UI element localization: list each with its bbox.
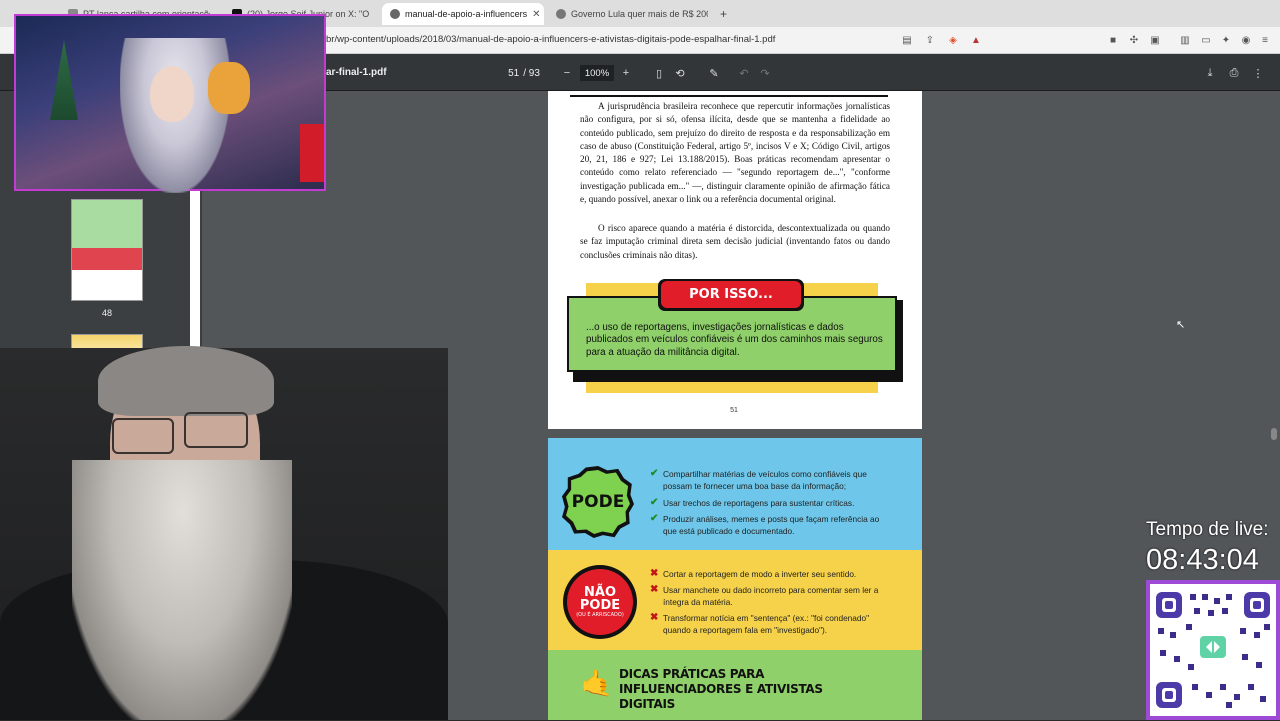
print-icon[interactable]: ⎙ bbox=[1225, 64, 1243, 82]
webcam-red-light bbox=[300, 124, 324, 182]
vpn-icon[interactable]: ◉ bbox=[1239, 33, 1253, 47]
tab-4[interactable]: Governo Lula quer mais de R$ 200 bbox=[548, 3, 708, 25]
rotate-icon[interactable]: ⟲ bbox=[671, 64, 689, 82]
globe-icon bbox=[390, 9, 400, 19]
menu-icon[interactable]: ≡ bbox=[1258, 33, 1272, 47]
g-logo-icon bbox=[556, 9, 566, 19]
undo-icon[interactable]: ↶ bbox=[735, 64, 753, 82]
nao-pode-sublabel: (OU É ARRISCADO) bbox=[576, 612, 624, 618]
body-paragraph-1: A jurisprudência brasileira reconhece qu… bbox=[580, 101, 890, 205]
cross-icon: ✖ bbox=[650, 568, 659, 579]
check-icon: ✔ bbox=[650, 513, 659, 524]
sidebar-divider bbox=[190, 191, 200, 361]
annotate-icon[interactable]: ✎ bbox=[705, 64, 723, 82]
fit-page-icon[interactable]: ▯ bbox=[650, 64, 668, 82]
pdf-filename: ar-final-1.pdf bbox=[326, 67, 387, 78]
qr-code-graphic bbox=[1156, 592, 1270, 708]
nao-pode-badge: NÃO PODE (OU É ARRISCADO) bbox=[567, 569, 633, 635]
more-options-icon[interactable]: ⋮ bbox=[1249, 64, 1267, 82]
zoom-out-button[interactable]: − bbox=[558, 64, 576, 82]
check-icon: ✔ bbox=[650, 497, 659, 508]
brave-rewards-icon[interactable]: ▲ bbox=[969, 33, 983, 47]
new-tab-button[interactable]: + bbox=[712, 3, 732, 25]
glasses-right-lens bbox=[184, 412, 248, 448]
wallet-icon[interactable]: ▭ bbox=[1199, 33, 1213, 47]
callout-title: POR ISSO... bbox=[661, 281, 801, 308]
webcam-hair bbox=[98, 346, 274, 416]
tab-label: manual-de-apoio-a-influencers bbox=[405, 9, 528, 19]
cross-icon: ✖ bbox=[650, 612, 659, 623]
brave-shield-icon[interactable]: ◈ bbox=[946, 33, 960, 47]
cross-icon: ✖ bbox=[650, 584, 659, 595]
dicas-title: DICAS PRÁTICAS PARA INFLUENCIADORES E AT… bbox=[619, 667, 823, 711]
page-thumbnail[interactable] bbox=[71, 199, 143, 301]
page-indicator[interactable]: 51 / 93 bbox=[503, 65, 545, 81]
page-number: 51 bbox=[730, 407, 738, 414]
tabs-icon[interactable]: ▣ bbox=[1148, 33, 1162, 47]
glasses-left-lens bbox=[112, 418, 174, 454]
extension-icon[interactable]: ■ bbox=[1106, 33, 1120, 47]
live-timer-label: Tempo de live: bbox=[1146, 519, 1269, 540]
webcam-top-face bbox=[150, 66, 194, 122]
nao-pode-label-2: PODE bbox=[579, 598, 621, 613]
webcam-plush-toy bbox=[208, 62, 250, 114]
mouse-cursor: ↖ bbox=[1176, 319, 1186, 331]
hand-icon: 🤙 bbox=[580, 667, 614, 698]
zoom-level[interactable]: 100% bbox=[580, 65, 614, 81]
reader-mode-icon[interactable]: ▤ bbox=[900, 33, 914, 47]
page-divider-line bbox=[570, 95, 888, 97]
webcam-beard bbox=[72, 460, 292, 720]
pode-item: Produzir análises, memes e posts que faç… bbox=[663, 514, 880, 537]
live-timer-value: 08:43:04 bbox=[1146, 544, 1259, 576]
share-icon[interactable]: ⇪ bbox=[923, 33, 937, 47]
nao-pode-item: Transformar notícia em "sentença" (ex.: … bbox=[663, 613, 870, 636]
zoom-in-button[interactable]: + bbox=[617, 64, 635, 82]
scrollbar-thumb[interactable] bbox=[1271, 428, 1277, 440]
sidebar-toggle-icon[interactable]: ▥ bbox=[1178, 33, 1192, 47]
download-icon[interactable]: ⤓ bbox=[1201, 64, 1219, 82]
leo-ai-icon[interactable]: ✦ bbox=[1219, 33, 1233, 47]
tab-label: Governo Lula quer mais de R$ 200 bbox=[571, 9, 708, 19]
url-field[interactable]: br/wp-content/uploads/2018/03/manual-de-… bbox=[326, 34, 775, 45]
tab-active[interactable]: manual-de-apoio-a-influencers ✕ bbox=[382, 3, 544, 25]
pode-item: Compartilhar matérias de veículos como c… bbox=[663, 469, 867, 492]
nao-pode-item: Usar manchete ou dado incorreto para com… bbox=[663, 585, 879, 608]
close-tab-icon[interactable]: ✕ bbox=[532, 9, 540, 20]
check-icon: ✔ bbox=[650, 468, 659, 479]
callout-text: ...o uso de reportagens, investigações j… bbox=[586, 322, 883, 358]
total-pages: / 93 bbox=[523, 67, 540, 79]
puzzle-icon[interactable]: ✣ bbox=[1127, 33, 1141, 47]
current-page-input[interactable]: 51 bbox=[508, 68, 519, 79]
pode-item: Usar trechos de reportagens para sustent… bbox=[663, 498, 855, 508]
thumbnail-page-number: 48 bbox=[101, 308, 112, 318]
body-paragraph-2: O risco aparece quando a matéria é disto… bbox=[580, 223, 890, 260]
qr-code bbox=[1146, 580, 1280, 720]
redo-icon[interactable]: ↷ bbox=[756, 64, 774, 82]
nao-pode-item: Cortar a reportagem de modo a inverter s… bbox=[663, 569, 857, 579]
